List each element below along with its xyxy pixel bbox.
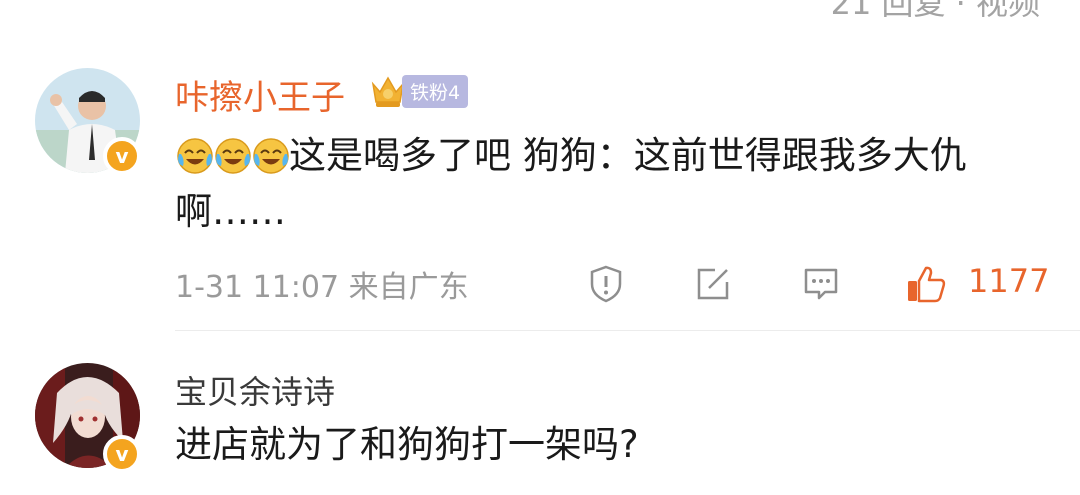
comment-time: 1-31 11:07 bbox=[175, 270, 340, 305]
verified-badge-icon: v bbox=[103, 435, 141, 473]
comment-text-block: 进店就为了和狗狗打一架吗? bbox=[175, 417, 1055, 473]
fan-badge-label: 铁粉4 bbox=[402, 74, 469, 108]
comment-item: v 宝贝余诗诗 进店就为了和狗狗打一架吗? bbox=[0, 355, 1080, 495]
username[interactable]: 咔擦小王子 bbox=[175, 70, 345, 119]
top-partial-text: 21 回复 · 视频 bbox=[830, 0, 1040, 22]
comment-text-block: 这是喝多了吧 狗狗：这前世得跟我多大仇啊…… bbox=[175, 128, 1055, 240]
laughing-crying-emoji-icon bbox=[177, 138, 213, 174]
comment-item: v 咔擦小王子 铁粉4 这是喝多了吧 狗狗：这前世得跟我多大仇啊…… 1-31 … bbox=[0, 60, 1080, 331]
comment-meta: 1-31 11:07 来自广东 bbox=[175, 262, 469, 306]
laughing-crying-emoji-icon bbox=[253, 138, 289, 174]
like-icon bbox=[908, 266, 946, 303]
share-icon bbox=[697, 268, 729, 300]
share-button[interactable] bbox=[692, 263, 734, 305]
fan-badge[interactable]: 铁粉4 bbox=[368, 72, 469, 110]
comment-button[interactable] bbox=[800, 263, 842, 305]
username[interactable]: 宝贝余诗诗 bbox=[175, 367, 335, 413]
report-button[interactable] bbox=[585, 263, 627, 305]
like-button[interactable] bbox=[905, 263, 947, 305]
like-count: 1177 bbox=[968, 262, 1050, 300]
comment-icon bbox=[804, 268, 838, 300]
divider bbox=[175, 330, 1080, 331]
verified-badge-icon: v bbox=[103, 137, 141, 175]
laughing-crying-emoji-icon bbox=[215, 138, 251, 174]
comment-text: 这是喝多了吧 狗狗：这前世得跟我多大仇啊…… bbox=[175, 134, 967, 233]
comment-location: 来自广东 bbox=[348, 270, 469, 305]
report-icon bbox=[590, 265, 622, 303]
comment-text: 进店就为了和狗狗打一架吗? bbox=[175, 423, 639, 466]
